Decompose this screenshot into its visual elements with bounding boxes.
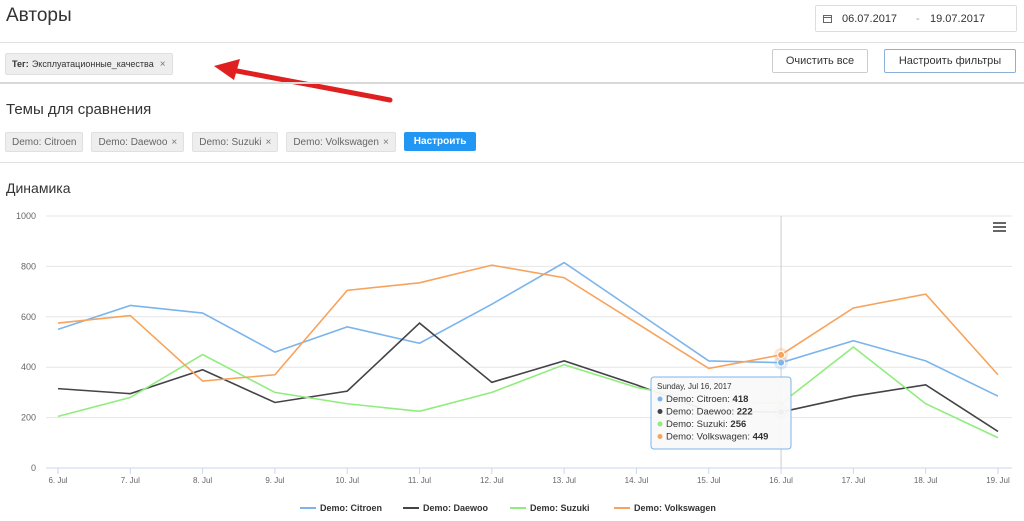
x-tick-label: 7. Jul: [121, 476, 140, 485]
x-tick-label: 19. Jul: [986, 476, 1010, 485]
annotation-arrow: [214, 59, 393, 103]
y-tick-label: 200: [21, 413, 36, 423]
x-tick-label: 11. Jul: [408, 476, 431, 485]
legend-item: Demo: Volkswagen: [614, 503, 716, 513]
setup-themes-button[interactable]: Настроить: [403, 132, 477, 151]
clear-all-button[interactable]: Очистить все: [772, 49, 868, 73]
x-tick-label: 13. Jul: [552, 476, 576, 485]
remove-theme-icon[interactable]: ×: [171, 137, 177, 148]
legend-item: Demo: Citroen: [300, 503, 382, 513]
x-tick-label: 15. Jul: [697, 476, 721, 485]
tooltip-marker: [657, 396, 663, 402]
series-line-0: [57, 261, 999, 397]
theme-chip-volkswagen: Demo: Volkswagen ×: [286, 132, 396, 152]
tooltip-row: Demo: Daewoo: 222: [666, 407, 753, 418]
theme-chip-label: Demo: Suzuki: [199, 136, 262, 148]
legend-label: Demo: Citroen: [320, 503, 382, 513]
x-tick-label: 10. Jul: [335, 476, 359, 485]
x-tick-label: 16. Jul: [769, 476, 793, 485]
chart-tooltip: Sunday, Jul 16, 2017 Demo: Citroen: 418 De…: [650, 376, 792, 450]
menu-bar: [993, 226, 1006, 228]
x-tick-label: 14. Jul: [625, 476, 649, 485]
configure-filters-button[interactable]: Настроить фильтры: [884, 49, 1016, 73]
x-tick-label: 17. Jul: [842, 476, 866, 485]
theme-chip-daewoo: Demo: Daewoo ×: [91, 132, 185, 152]
remove-theme-icon[interactable]: ×: [383, 137, 389, 148]
tooltip-row: Demo: Volkswagen: 449: [666, 432, 768, 443]
theme-chip-label: Demo: Citroen: [12, 136, 77, 148]
legend-item: Demo: Suzuki: [510, 503, 590, 513]
series-line-2: [57, 346, 999, 439]
remove-theme-icon[interactable]: ×: [265, 137, 271, 148]
dynamics-line-chart: 0 200 400 600 800 1000 6. Jul 7. Jul 8. Jul 9. Ju…: [16, 211, 1012, 513]
tooltip-row: Demo: Citroen: 418: [666, 394, 748, 405]
tooltip-marker: [657, 409, 663, 414]
divider: [0, 82, 1024, 84]
y-tick-label: 1000: [16, 211, 36, 221]
legend-item: Demo: Daewoo: [403, 503, 489, 513]
x-tick-label: 6. Jul: [48, 476, 67, 485]
x-tick-label: 8. Jul: [193, 476, 212, 485]
x-tick-label: 9. Jul: [265, 476, 284, 485]
x-tick-label: 12. Jul: [480, 476, 504, 485]
theme-chip-citroen: Demo: Citroen: [5, 132, 84, 152]
tooltip-header: Sunday, Jul 16, 2017: [657, 382, 732, 391]
themes-title: Темы для сравнения: [6, 101, 152, 118]
y-tick-label: 600: [21, 312, 36, 322]
tooltip-marker: [657, 434, 663, 439]
menu-bar: [993, 222, 1006, 224]
tooltip-marker: [657, 421, 663, 427]
tooltip-row: Demo: Suzuki: 256: [666, 419, 746, 430]
divider: [0, 162, 1024, 163]
y-tick-label: 0: [31, 463, 36, 473]
y-tick-label: 800: [21, 261, 36, 271]
hamburger-menu-icon: [993, 222, 1006, 232]
theme-chip-label: Demo: Daewoo: [98, 136, 168, 148]
themes-list: Demo: Citroen Demo: Daewoo × Demo: Suzuk…: [5, 132, 477, 152]
theme-chip-label: Demo: Volkswagen: [293, 136, 379, 148]
y-tick-label: 400: [21, 362, 36, 372]
hover-point: [777, 350, 786, 359]
legend-label: Demo: Daewoo: [423, 503, 489, 513]
legend-label: Demo: Suzuki: [530, 503, 590, 513]
menu-bar: [993, 230, 1006, 232]
x-tick-label: 18. Jul: [914, 476, 938, 485]
legend-label: Demo: Volkswagen: [634, 503, 716, 513]
theme-chip-suzuki: Demo: Suzuki ×: [192, 132, 279, 152]
dynamics-title: Динамика: [6, 180, 71, 196]
